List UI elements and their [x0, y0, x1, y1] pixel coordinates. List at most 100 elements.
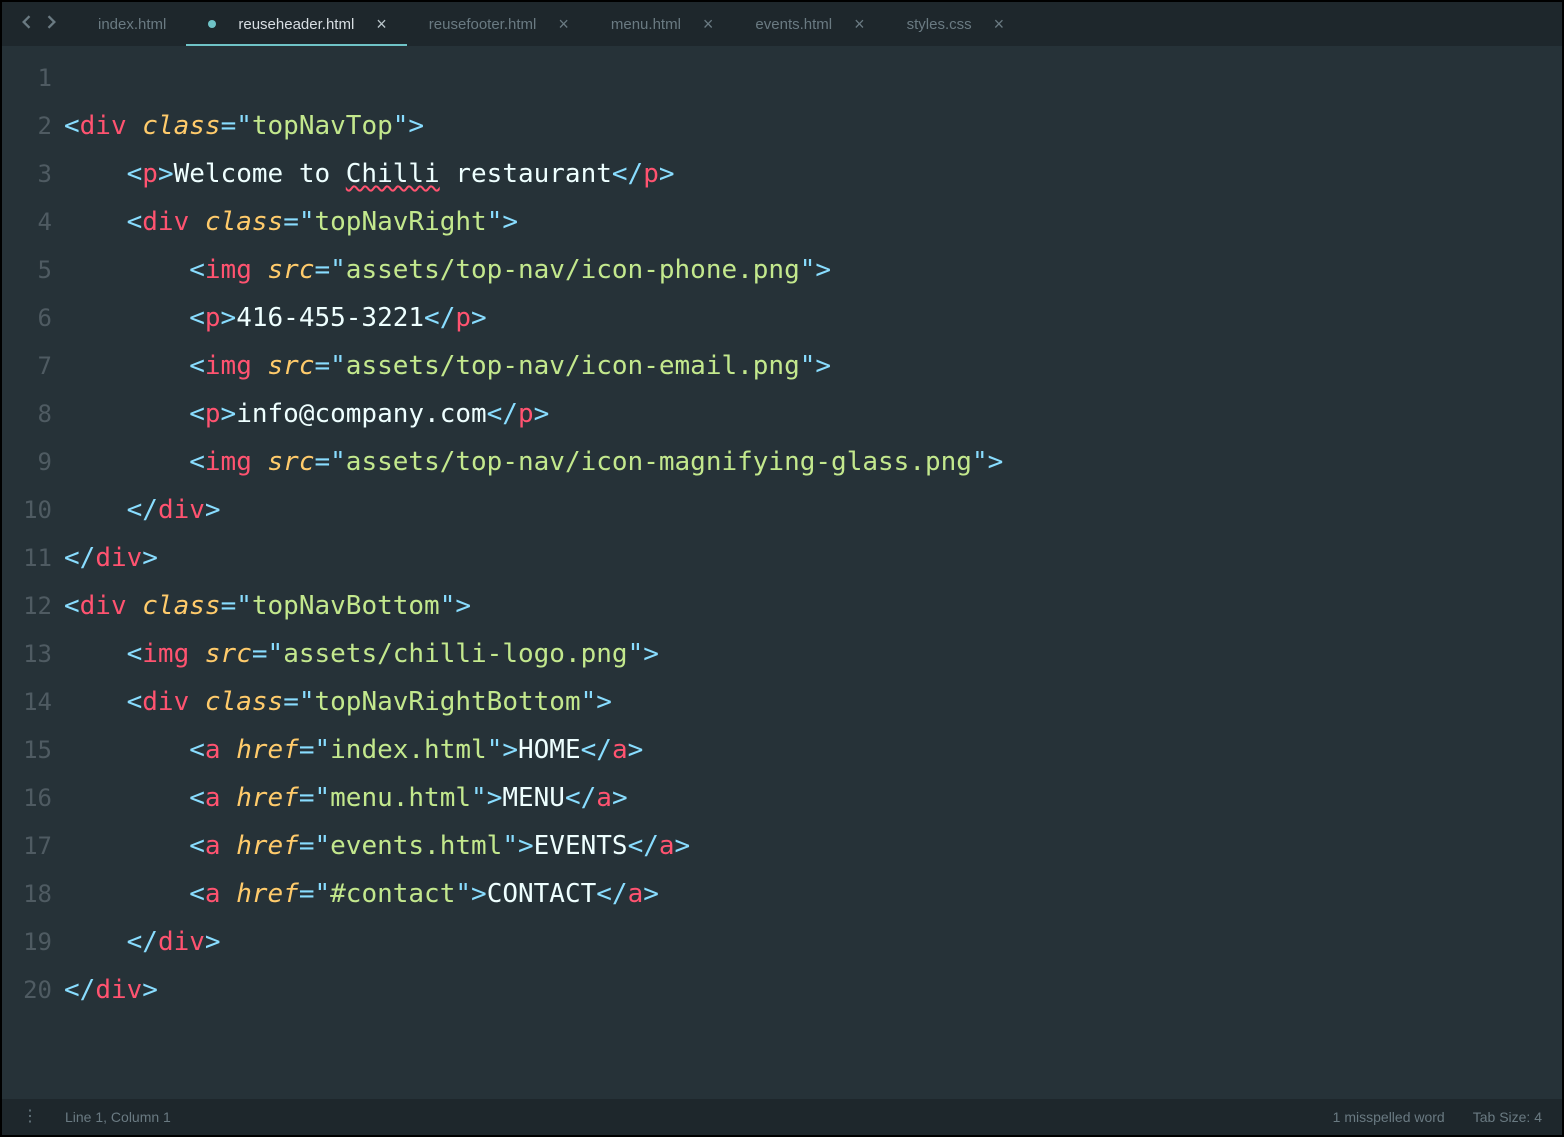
token-tagn: div — [158, 927, 205, 957]
token-attr: src — [205, 639, 252, 669]
line-number: 20 — [2, 966, 52, 1014]
token-tagn: a — [612, 735, 628, 765]
tab-label: reuseheader.html — [238, 16, 354, 33]
token-tagn: img — [205, 447, 252, 477]
code-line[interactable]: <img src="assets/top-nav/icon-email.png"… — [64, 342, 1562, 390]
token-tagn: a — [628, 879, 644, 909]
code-line[interactable]: <a href="events.html">EVENTS</a> — [64, 822, 1562, 870]
code-line[interactable]: <img src="assets/chilli-logo.png"> — [64, 630, 1562, 678]
menu-dots-icon[interactable]: ⋮ — [22, 1109, 37, 1125]
token-punc: </ — [612, 159, 643, 189]
token-tagn: img — [205, 351, 252, 381]
tab-size-status[interactable]: Tab Size: 4 — [1473, 1109, 1542, 1125]
indent — [64, 831, 189, 861]
code-line[interactable]: <div class="topNavRight"> — [64, 198, 1562, 246]
editor-window: index.htmlreuseheader.html×reusefooter.h… — [2, 2, 1562, 1135]
token-punc: </ — [581, 735, 612, 765]
tab-label: index.html — [98, 16, 166, 33]
token-attr: href — [236, 735, 299, 765]
token-attr: class — [205, 687, 283, 717]
code-line[interactable]: </div> — [64, 534, 1562, 582]
line-number: 5 — [2, 246, 52, 294]
tab-reuseheader-html[interactable]: reuseheader.html × — [186, 2, 406, 46]
token-punc: > — [205, 495, 221, 525]
indent — [64, 207, 127, 237]
token-punc: " — [628, 639, 644, 669]
token-txt — [127, 591, 143, 621]
code-content[interactable]: <div class="topNavTop"> <p>Welcome to Ch… — [64, 54, 1562, 1099]
tab-events-html[interactable]: events.html× — [733, 2, 884, 46]
code-line[interactable]: </div> — [64, 966, 1562, 1014]
code-line[interactable]: </div> — [64, 918, 1562, 966]
code-line[interactable] — [64, 54, 1562, 102]
code-line[interactable]: <a href="#contact">CONTACT</a> — [64, 870, 1562, 918]
token-punc: > — [815, 255, 831, 285]
tab-reusefooter-html[interactable]: reusefooter.html × — [407, 2, 589, 46]
token-punc: = — [283, 207, 299, 237]
tab-menu-html[interactable]: menu.html× — [589, 2, 734, 46]
spellcheck-status[interactable]: 1 misspelled word — [1333, 1109, 1445, 1125]
token-str: index.html — [330, 735, 487, 765]
code-line[interactable]: <p>416-455-3221</p> — [64, 294, 1562, 342]
token-attr: src — [268, 255, 315, 285]
code-area[interactable]: 1234567891011121314151617181920 <div cla… — [2, 46, 1562, 1099]
token-attr: src — [268, 447, 315, 477]
code-line[interactable]: <div class="topNavBottom"> — [64, 582, 1562, 630]
close-icon[interactable]: × — [854, 14, 865, 35]
code-line[interactable]: <div class="topNavRightBottom"> — [64, 678, 1562, 726]
token-punc: > — [675, 831, 691, 861]
nav-back-icon[interactable] — [20, 15, 32, 33]
token-tagn: div — [95, 975, 142, 1005]
token-tagn: a — [205, 783, 221, 813]
indent — [64, 735, 189, 765]
token-punc: " — [330, 351, 346, 381]
token-punc: " — [502, 831, 518, 861]
token-attr: href — [236, 783, 299, 813]
code-line[interactable]: <p>Welcome to Chilli restaurant</p> — [64, 150, 1562, 198]
code-line[interactable]: <a href="menu.html">MENU</a> — [64, 774, 1562, 822]
token-punc: > — [142, 975, 158, 1005]
code-line[interactable]: <img src="assets/top-nav/icon-phone.png"… — [64, 246, 1562, 294]
line-number: 19 — [2, 918, 52, 966]
close-icon[interactable]: × — [994, 14, 1005, 35]
dirty-indicator-icon — [208, 20, 216, 28]
code-line[interactable]: <a href="index.html">HOME</a> — [64, 726, 1562, 774]
close-icon[interactable]: × — [376, 14, 387, 35]
token-punc: " — [487, 207, 503, 237]
code-line[interactable]: <img src="assets/top-nav/icon-magnifying… — [64, 438, 1562, 486]
token-txt: restaurant — [440, 159, 612, 189]
token-txt — [189, 207, 205, 237]
tab-label: reusefooter.html — [429, 16, 537, 33]
close-icon[interactable]: × — [558, 14, 569, 35]
token-tagn: p — [455, 303, 471, 333]
nav-forward-icon[interactable] — [46, 15, 58, 33]
token-punc: </ — [64, 975, 95, 1005]
token-punc: > — [142, 543, 158, 573]
close-icon[interactable]: × — [703, 14, 714, 35]
token-punc: " — [314, 783, 330, 813]
token-punc: " — [471, 783, 487, 813]
code-line[interactable]: <div class="topNavTop"> — [64, 102, 1562, 150]
token-txt: CONTACT — [487, 879, 597, 909]
token-attr: class — [142, 111, 220, 141]
code-line[interactable]: </div> — [64, 486, 1562, 534]
token-tagn: a — [205, 879, 221, 909]
token-attr: src — [268, 351, 315, 381]
token-str: topNavBottom — [252, 591, 440, 621]
cursor-position[interactable]: Line 1, Column 1 — [65, 1109, 171, 1125]
token-punc: > — [612, 783, 628, 813]
token-punc: = — [314, 351, 330, 381]
token-punc: < — [189, 879, 205, 909]
token-punc: > — [518, 831, 534, 861]
token-tagn: div — [158, 495, 205, 525]
code-line[interactable]: <p>info@company.com</p> — [64, 390, 1562, 438]
tab-index-html[interactable]: index.html — [76, 2, 186, 46]
token-str: topNavRight — [315, 207, 487, 237]
token-attr: class — [205, 207, 283, 237]
indent — [64, 783, 189, 813]
line-number: 1 — [2, 54, 52, 102]
token-punc: > — [628, 735, 644, 765]
line-gutter: 1234567891011121314151617181920 — [2, 54, 64, 1099]
tab-styles-css[interactable]: styles.css× — [885, 2, 1025, 46]
token-punc: = — [299, 879, 315, 909]
